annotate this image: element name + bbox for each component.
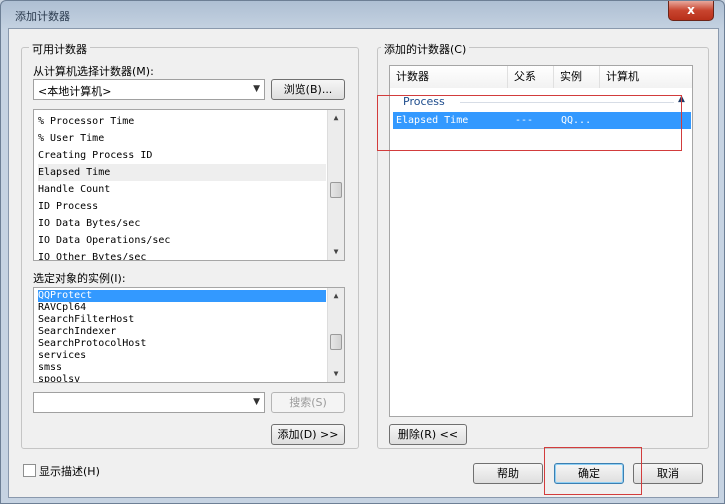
computer-select[interactable]: <本地计算机> ▼ xyxy=(33,79,265,100)
help-button[interactable]: 帮助 xyxy=(473,463,543,484)
select-computer-label: 从计算机选择计数器(M): xyxy=(33,65,154,78)
instance-list[interactable]: QQProtect RAVCpl64 SearchFilterHost Sear… xyxy=(33,287,345,383)
counter-item[interactable]: Elapsed Time xyxy=(38,164,326,181)
highlight-box xyxy=(377,95,682,151)
counter-item[interactable]: % User Time xyxy=(38,130,326,147)
cancel-button[interactable]: 取消 xyxy=(633,463,703,484)
chevron-down-icon: ▼ xyxy=(253,397,260,407)
computer-select-value: <本地计算机> xyxy=(38,85,112,98)
instance-item[interactable]: SearchIndexer xyxy=(38,326,116,338)
instance-item[interactable]: smss xyxy=(38,362,62,374)
scroll-thumb[interactable] xyxy=(330,182,342,198)
chevron-down-icon: ▼ xyxy=(253,84,260,94)
counter-item[interactable]: IO Other Bytes/sec xyxy=(38,249,326,260)
highlight-box xyxy=(544,447,642,495)
counter-list-scrollbar[interactable]: ▲ ▼ xyxy=(327,110,344,260)
dialog-window: 添加计数器 x 可用计数器 从计算机选择计数器(M): <本地计算机> ▼ 浏览… xyxy=(0,0,725,504)
counter-list[interactable]: % Processor Time % User Time Creating Pr… xyxy=(33,109,345,261)
instance-item[interactable]: spoolsv xyxy=(38,374,80,382)
instance-item[interactable]: QQProtect xyxy=(38,290,326,302)
instance-item[interactable]: services xyxy=(38,350,86,362)
instance-list-scrollbar[interactable]: ▲ ▼ xyxy=(327,288,344,382)
instance-item[interactable]: SearchFilterHost xyxy=(38,314,134,326)
window-title: 添加计数器 xyxy=(15,10,70,23)
available-counters-label: 可用计数器 xyxy=(29,41,90,57)
counter-item[interactable]: Handle Count xyxy=(38,181,326,198)
instance-item[interactable]: RAVCpl64 xyxy=(38,302,86,314)
instances-label: 选定对象的实例(I): xyxy=(33,272,126,285)
instance-search-input[interactable]: ▼ xyxy=(33,392,265,413)
title-bar[interactable]: 添加计数器 x xyxy=(1,1,725,29)
counter-item[interactable]: IO Data Bytes/sec xyxy=(38,215,326,232)
remove-button[interactable]: 删除(R) << xyxy=(389,424,467,445)
browse-button[interactable]: 浏览(B)... xyxy=(271,79,345,100)
counter-item[interactable]: ID Process xyxy=(38,198,326,215)
added-counters-label: 添加的计数器(C) xyxy=(381,41,470,57)
show-description-label: 显示描述(H) xyxy=(39,465,100,478)
column-header-instance[interactable]: 实例 xyxy=(554,66,600,88)
scroll-thumb[interactable] xyxy=(330,334,342,350)
column-header-counter[interactable]: 计数器 xyxy=(390,66,508,88)
column-header-computer[interactable]: 计算机 xyxy=(600,66,692,88)
scroll-down-icon[interactable]: ▼ xyxy=(328,244,344,260)
counter-item[interactable]: Creating Process ID xyxy=(38,147,326,164)
counter-item[interactable]: IO Data Operations/sec xyxy=(38,232,326,249)
close-button[interactable]: x xyxy=(668,1,714,21)
add-button[interactable]: 添加(D) >> xyxy=(271,424,345,445)
scroll-up-icon[interactable]: ▲ xyxy=(328,288,344,304)
counter-item[interactable]: % Processor Time xyxy=(38,113,326,130)
search-button[interactable]: 搜索(S) xyxy=(271,392,345,413)
instance-item[interactable]: SearchProtocolHost xyxy=(38,338,146,350)
scroll-down-icon[interactable]: ▼ xyxy=(328,366,344,382)
dialog-body: 可用计数器 从计算机选择计数器(M): <本地计算机> ▼ 浏览(B)... %… xyxy=(8,28,719,498)
show-description-checkbox[interactable] xyxy=(23,464,36,477)
column-header-parent[interactable]: 父系 xyxy=(508,66,554,88)
scroll-up-icon[interactable]: ▲ xyxy=(328,110,344,126)
